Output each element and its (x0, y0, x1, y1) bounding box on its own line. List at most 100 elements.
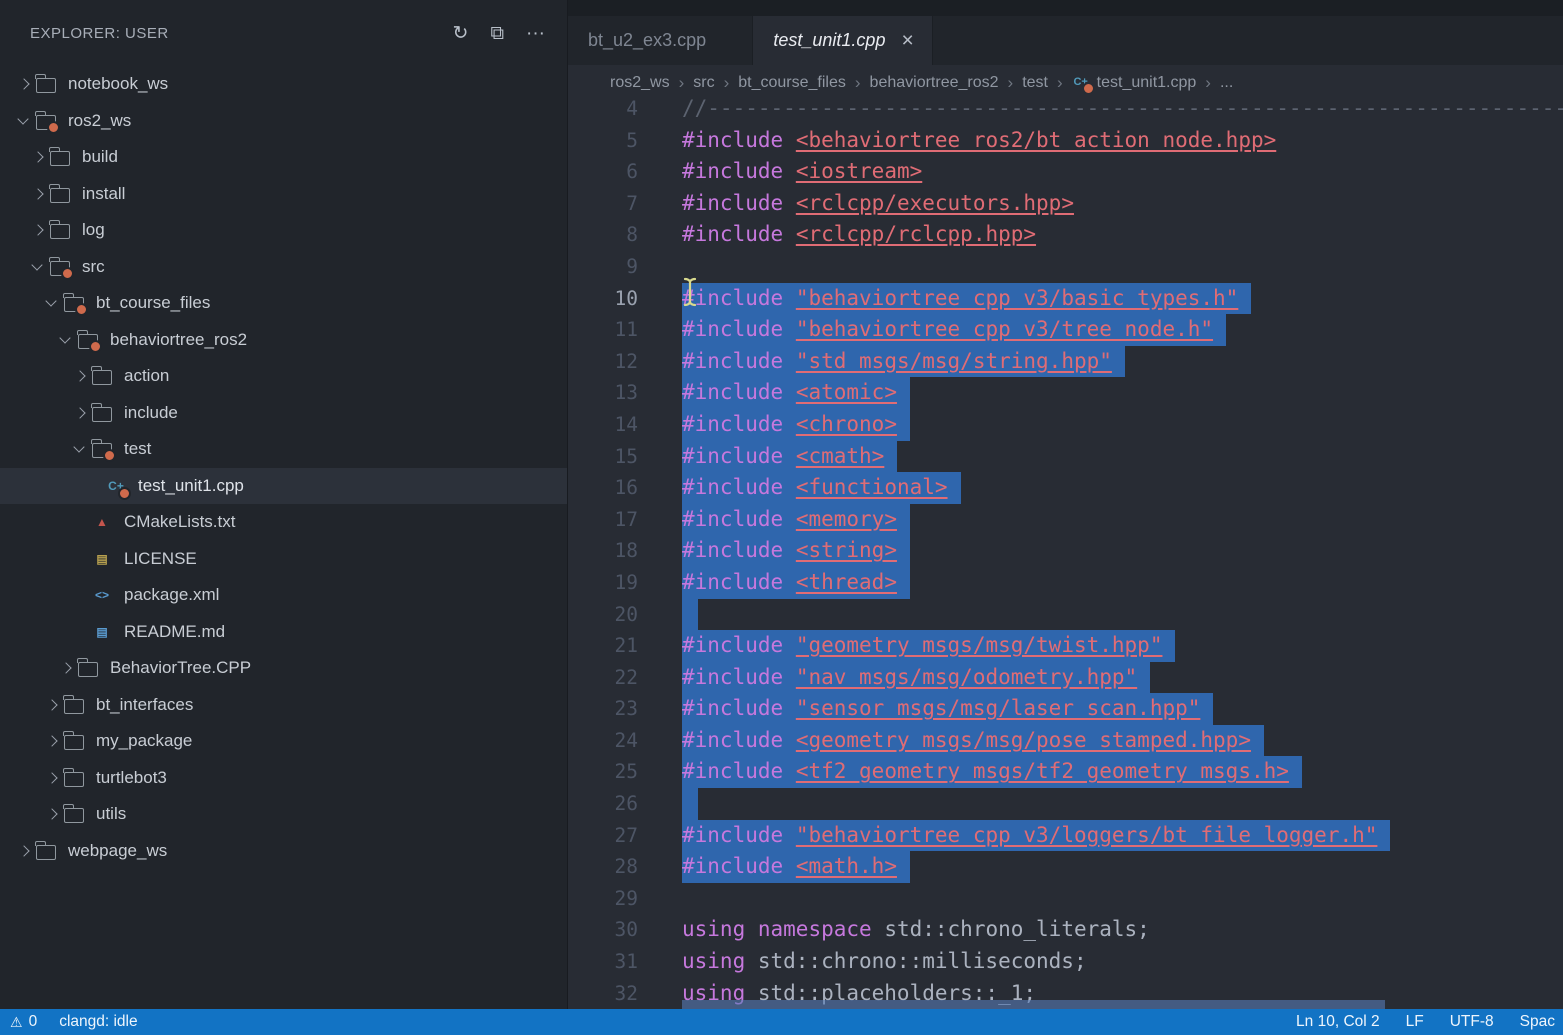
chevron-right-icon (26, 219, 48, 241)
tree-item-label: action (124, 366, 169, 386)
eol-indicator[interactable]: LF (1406, 1013, 1424, 1031)
tree-folder-log[interactable]: log (0, 212, 567, 249)
chevron-right-icon: › (1205, 73, 1211, 93)
folder-icon (64, 699, 84, 714)
folder-icon (64, 772, 84, 787)
tree-file-package.xml[interactable]: <> package.xml (0, 577, 567, 614)
tree-folder-action[interactable]: action (0, 358, 567, 395)
code-line-text: #include <rclcpp/rclcpp.hpp> (682, 219, 1036, 251)
explorer-panel: EXPLORER: USER ↻⧉··· notebook_wsros2_wsb… (0, 0, 568, 1009)
tree-file-README.md[interactable]: ▤README.md (0, 614, 567, 651)
chevron-right-icon: › (679, 73, 685, 93)
code-line-15[interactable]: 15#include <cmath> (568, 441, 1563, 473)
tree-folder-notebook_ws[interactable]: notebook_ws (0, 66, 567, 103)
code-line-20[interactable]: 20 (568, 599, 1563, 631)
encoding-indicator[interactable]: UTF-8 (1450, 1013, 1494, 1031)
breadcrumb-item[interactable]: behaviortree_ros2 (870, 74, 999, 92)
code-line-4[interactable]: 4//-------------------------------------… (568, 93, 1563, 125)
code-line-23[interactable]: 23#include "sensor_msgs/msg/laser_scan.h… (568, 693, 1563, 725)
code-line-25[interactable]: 25#include <tf2_geometry_msgs/tf2_geomet… (568, 756, 1563, 788)
tree-folder-utils[interactable]: utils (0, 796, 567, 833)
tree-item-label: package.xml (124, 585, 219, 605)
code-line-12[interactable]: 12#include "std_msgs/msg/string.hpp" (568, 346, 1563, 378)
tree-folder-bt_course_files[interactable]: bt_course_files (0, 285, 567, 322)
problems-count: 0 (29, 1013, 38, 1031)
tree-folder-ros2_ws[interactable]: ros2_ws (0, 103, 567, 140)
code-line-14[interactable]: 14#include <chrono> (568, 409, 1563, 441)
tree-item-label: bt_course_files (96, 293, 210, 313)
code-line-18[interactable]: 18#include <string> (568, 535, 1563, 567)
tree-folder-test[interactable]: test (0, 431, 567, 468)
editor-area: bt_u2_ex3.cpp× test_unit1.cpp × ros2_ws › sr… (568, 0, 1563, 1009)
code-line-26[interactable]: 26 (568, 788, 1563, 820)
chevron-right-icon: › (855, 73, 861, 93)
chevron-right-icon (68, 365, 90, 387)
code-line-9[interactable]: 9 (568, 251, 1563, 283)
tree-folder-BehaviorTree.CPP[interactable]: BehaviorTree.CPP (0, 650, 567, 687)
breadcrumb-item[interactable]: src (693, 74, 714, 92)
code-line-22[interactable]: 22#include "nav_msgs/msg/odometry.hpp" (568, 662, 1563, 694)
code-line-text: #include <string> (682, 535, 910, 567)
chevron-down-icon (12, 110, 34, 132)
tree-file-CMakeLists.txt[interactable]: ▲CMakeLists.txt (0, 504, 567, 541)
tab-bt_u2_ex3.cpp[interactable]: bt_u2_ex3.cpp× (568, 16, 753, 65)
breadcrumb-item[interactable]: ... (1220, 74, 1233, 92)
tree-folder-my_package[interactable]: my_package (0, 723, 567, 760)
tree-folder-webpage_ws[interactable]: webpage_ws (0, 833, 567, 870)
code-line-16[interactable]: 16#include <functional> (568, 472, 1563, 504)
refresh-icon[interactable]: ↻ (453, 24, 469, 43)
code-line-31[interactable]: 31using std::chrono::milliseconds; (568, 946, 1563, 978)
code-line-text: #include <tf2_geometry_msgs/tf2_geometry… (682, 756, 1302, 788)
problems-indicator[interactable]: ⚠ 0 (10, 1013, 37, 1031)
code-line-8[interactable]: 8 #include <rclcpp/rclcpp.hpp> (568, 219, 1563, 251)
code-line-5[interactable]: 5#include <behaviortree_ros2/bt_action_n… (568, 125, 1563, 157)
code-line-text: #include "behaviortree_cpp_v3/basic_type… (682, 283, 1251, 315)
code-line-13[interactable]: 13#include <atomic> (568, 377, 1563, 409)
tab-test_unit1.cpp[interactable]: test_unit1.cpp × (753, 16, 932, 65)
line-number: 8 (568, 219, 638, 251)
code-line-24[interactable]: 24#include <geometry_msgs/msg/pose_stamp… (568, 725, 1563, 757)
tree-file-test_unit1.cpp[interactable]: C+test_unit1.cpp (0, 468, 567, 505)
code-line-30[interactable]: 30using namespace std::chrono_literals; (568, 914, 1563, 946)
tree-folder-bt_interfaces[interactable]: bt_interfaces (0, 687, 567, 724)
line-number: 15 (568, 441, 638, 473)
breadcrumb-item[interactable]: ros2_ws (610, 74, 670, 92)
tree-folder-build[interactable]: build (0, 139, 567, 176)
tab-label: test_unit1.cpp (773, 30, 885, 51)
horizontal-scrollbar[interactable] (682, 1000, 1385, 1009)
markdown-file-icon: ▤ (92, 623, 112, 641)
code-line-28[interactable]: 28#include <math.h> (568, 851, 1563, 883)
code-line-21[interactable]: 21#include "geometry_msgs/msg/twist.hpp" (568, 630, 1563, 662)
more-actions-icon[interactable]: ··· (526, 24, 545, 43)
code-line-10[interactable]: 10#include "behaviortree_cpp_v3/basic_ty… (568, 283, 1563, 315)
line-number: 16 (568, 472, 638, 504)
code-line-6[interactable]: 6#include <iostream> (568, 156, 1563, 188)
code-line-19[interactable]: 19#include <thread> (568, 567, 1563, 599)
code-line-17[interactable]: 17#include <memory> (568, 504, 1563, 536)
license-file-icon: ▤ (92, 550, 112, 568)
cursor-position[interactable]: Ln 10, Col 2 (1296, 1013, 1380, 1031)
breadcrumb-item[interactable]: C+test_unit1.cpp (1072, 74, 1197, 92)
tree-folder-behaviortree_ros2[interactable]: behaviortree_ros2 (0, 322, 567, 359)
breadcrumb-item[interactable]: test (1022, 74, 1048, 92)
code-line-29[interactable]: 29 (568, 883, 1563, 915)
code-line-27[interactable]: 27#include "behaviortree_cpp_v3/loggers/… (568, 820, 1563, 852)
tree-file-LICENSE[interactable]: ▤LICENSE (0, 541, 567, 578)
code-line-text: #include "behaviortree_cpp_v3/loggers/bt… (682, 820, 1390, 852)
clangd-status[interactable]: clangd: idle (59, 1013, 137, 1031)
code-line-11[interactable]: 11#include "behaviortree_cpp_v3/tree_nod… (568, 314, 1563, 346)
tree-folder-src[interactable]: src (0, 249, 567, 286)
tree-folder-turtlebot3[interactable]: turtlebot3 (0, 760, 567, 797)
xml-file-icon: <> (92, 586, 112, 604)
breadcrumb-item[interactable]: bt_course_files (738, 74, 846, 92)
folder-icon (36, 115, 56, 130)
tree-folder-install[interactable]: install (0, 176, 567, 213)
indentation-indicator[interactable]: Spac (1520, 1013, 1555, 1031)
code-line-7[interactable]: 7#include <rclcpp/executors.hpp> (568, 188, 1563, 220)
code-area[interactable]: 4//-------------------------------------… (568, 93, 1563, 1009)
collapse-folders-icon[interactable]: ⧉ (490, 24, 504, 43)
close-icon[interactable]: × (901, 30, 913, 51)
tree-folder-include[interactable]: include (0, 395, 567, 432)
line-number: 13 (568, 377, 638, 409)
code-line-text: #include <thread> (682, 567, 910, 599)
